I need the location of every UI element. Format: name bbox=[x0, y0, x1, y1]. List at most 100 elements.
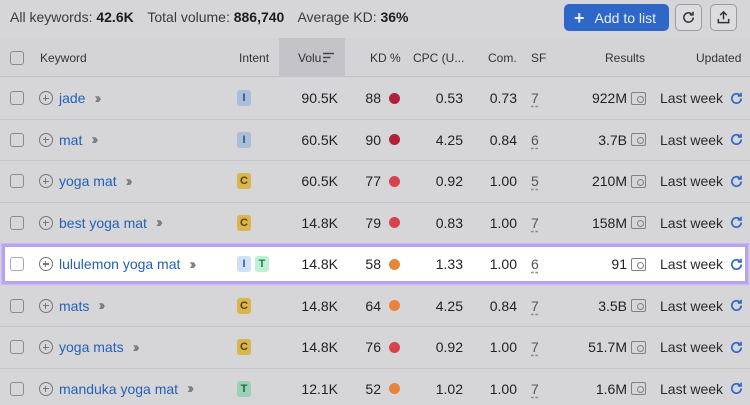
add-keyword-icon[interactable] bbox=[39, 340, 53, 355]
serp-features-count[interactable]: 6 bbox=[531, 256, 539, 272]
column-header-updated[interactable]: Updated bbox=[696, 51, 741, 65]
column-header-kd[interactable]: KD % bbox=[370, 51, 401, 65]
table-row[interactable]: lululemon yoga mat ›› I T 14.8K 58 1.33 1.00 6 91… bbox=[2, 244, 748, 284]
column-header-cpc[interactable]: CPC (U... bbox=[413, 51, 464, 65]
table-row[interactable]: best yoga mat ›› C 14.8K 79 0.83 1.00 7 158M Last… bbox=[0, 202, 750, 244]
add-keyword-icon[interactable] bbox=[39, 174, 53, 189]
refresh-row-icon[interactable] bbox=[729, 340, 744, 355]
serp-preview-icon[interactable] bbox=[631, 91, 646, 105]
serp-features-count[interactable]: 7 bbox=[531, 90, 539, 106]
serp-preview-icon[interactable] bbox=[631, 133, 646, 147]
results-value: 1.6M bbox=[595, 380, 627, 397]
refresh-row-icon[interactable] bbox=[729, 174, 744, 189]
results-value: 91 bbox=[611, 256, 627, 272]
volume-cell: 90.5K bbox=[280, 78, 338, 119]
serp-features-count[interactable]: 7 bbox=[531, 339, 539, 355]
keyword-link[interactable]: jade bbox=[59, 90, 85, 106]
keyword-cell: mat ›› bbox=[39, 120, 229, 161]
serp-preview-icon[interactable] bbox=[631, 340, 646, 354]
serp-features-count[interactable]: 7 bbox=[531, 381, 539, 397]
serp-preview-icon[interactable] bbox=[631, 382, 646, 396]
table-row[interactable]: mats ›› C 14.8K 64 4.25 0.84 7 3.5B Last week bbox=[0, 285, 750, 327]
chevrons-right-icon[interactable]: ›› bbox=[156, 214, 163, 231]
competition-value: 1.00 bbox=[489, 339, 517, 356]
table-row[interactable]: yoga mats ›› C 14.8K 76 0.92 1.00 7 51.7M Last we… bbox=[0, 327, 750, 369]
serp-preview-icon[interactable] bbox=[631, 257, 646, 271]
row-checkbox[interactable] bbox=[10, 215, 24, 230]
keyword-link[interactable]: mat bbox=[59, 132, 82, 148]
row-checkbox[interactable] bbox=[10, 340, 24, 355]
export-button[interactable] bbox=[710, 4, 737, 31]
row-checkbox[interactable] bbox=[10, 91, 24, 106]
row-checkbox-cell bbox=[10, 203, 26, 244]
row-checkbox[interactable] bbox=[10, 174, 24, 189]
keyword-link[interactable]: best yoga mat bbox=[59, 215, 147, 231]
table-row[interactable]: yoga mat ›› C 60.5K 77 0.92 1.00 5 210M Last week bbox=[0, 161, 750, 203]
column-header-com[interactable]: Com. bbox=[488, 51, 517, 65]
add-keyword-icon[interactable] bbox=[39, 132, 53, 147]
sort-descending-icon[interactable] bbox=[322, 52, 335, 63]
competition-value: 0.84 bbox=[489, 297, 517, 314]
keyword-link[interactable]: yoga mat bbox=[59, 173, 117, 189]
column-header-keyword[interactable]: Keyword bbox=[40, 51, 87, 65]
chevrons-right-icon[interactable]: ›› bbox=[187, 380, 194, 397]
chevrons-right-icon[interactable]: ›› bbox=[126, 173, 133, 190]
kd-cell: 76 bbox=[350, 327, 400, 368]
select-all-checkbox[interactable] bbox=[10, 51, 24, 65]
keyword-link[interactable]: manduka yoga mat bbox=[59, 381, 178, 397]
keyword-link[interactable]: mats bbox=[59, 298, 89, 314]
cpc-cell: 4.25 bbox=[410, 286, 463, 327]
keywords-count-value: 42.6K bbox=[96, 9, 134, 25]
serp-features-count[interactable]: 7 bbox=[531, 298, 539, 314]
table-row[interactable]: jade ›› I 90.5K 88 0.53 0.73 7 922M Last week bbox=[0, 78, 750, 120]
cpc-cell: 0.92 bbox=[410, 161, 463, 202]
add-keyword-icon[interactable] bbox=[39, 298, 53, 313]
table-row[interactable]: mat ›› I 60.5K 90 4.25 0.84 6 3.7B Last week bbox=[0, 119, 750, 161]
intent-badge-i: I bbox=[237, 90, 251, 107]
add-keyword-icon[interactable] bbox=[39, 91, 53, 106]
chevrons-right-icon[interactable]: ›› bbox=[94, 90, 101, 107]
keyword-link[interactable]: yoga mats bbox=[59, 339, 124, 355]
chevrons-right-icon[interactable]: ›› bbox=[91, 131, 98, 148]
keyword-link[interactable]: lululemon yoga mat bbox=[59, 256, 180, 272]
refresh-row-icon[interactable] bbox=[729, 215, 744, 230]
results-value: 922M bbox=[591, 90, 627, 107]
refresh-row-icon[interactable] bbox=[729, 381, 744, 396]
serp-features-count[interactable]: 6 bbox=[531, 132, 539, 148]
table-row[interactable]: manduka yoga mat ›› T 12.1K 52 1.02 1.00 7 1.6M L… bbox=[0, 368, 750, 405]
serp-features-count[interactable]: 5 bbox=[531, 173, 539, 189]
chevrons-right-icon[interactable]: ›› bbox=[133, 339, 140, 356]
row-checkbox[interactable] bbox=[10, 381, 24, 396]
column-header-sf[interactable]: SF bbox=[531, 51, 546, 65]
average-kd-value: 36% bbox=[380, 9, 409, 25]
refresh-row-icon[interactable] bbox=[729, 132, 744, 147]
kd-cell: 88 bbox=[350, 78, 400, 119]
row-checkbox[interactable] bbox=[10, 257, 24, 271]
kd-cell: 58 bbox=[350, 247, 400, 281]
column-header-results[interactable]: Results bbox=[605, 51, 645, 65]
serp-preview-icon[interactable] bbox=[631, 299, 646, 313]
kd-value: 88 bbox=[365, 90, 381, 107]
refresh-row-icon[interactable] bbox=[729, 257, 744, 272]
column-header-intent[interactable]: Intent bbox=[239, 51, 269, 65]
add-to-list-button[interactable]: + Add to list bbox=[564, 4, 669, 31]
refresh-row-icon[interactable] bbox=[729, 91, 744, 106]
serp-preview-icon[interactable] bbox=[631, 216, 646, 230]
refresh-row-icon[interactable] bbox=[729, 298, 744, 313]
row-checkbox[interactable] bbox=[10, 132, 24, 147]
updated-value: Last week bbox=[660, 131, 724, 148]
add-keyword-icon[interactable] bbox=[39, 257, 53, 271]
row-checkbox[interactable] bbox=[10, 298, 24, 313]
competition-value: 1.00 bbox=[489, 256, 517, 272]
chevrons-right-icon[interactable]: ›› bbox=[98, 297, 105, 314]
serp-preview-icon[interactable] bbox=[631, 174, 646, 188]
volume-value: 90.5K bbox=[301, 90, 338, 107]
refresh-button[interactable] bbox=[675, 4, 702, 31]
column-header-volume[interactable]: Volu bbox=[298, 51, 321, 65]
keyword-cell: yoga mats ›› bbox=[39, 327, 229, 368]
chevrons-right-icon[interactable]: ›› bbox=[189, 256, 196, 273]
kd-value: 52 bbox=[365, 380, 381, 397]
add-keyword-icon[interactable] bbox=[39, 215, 53, 230]
serp-features-count[interactable]: 7 bbox=[531, 215, 539, 231]
add-keyword-icon[interactable] bbox=[39, 381, 53, 396]
